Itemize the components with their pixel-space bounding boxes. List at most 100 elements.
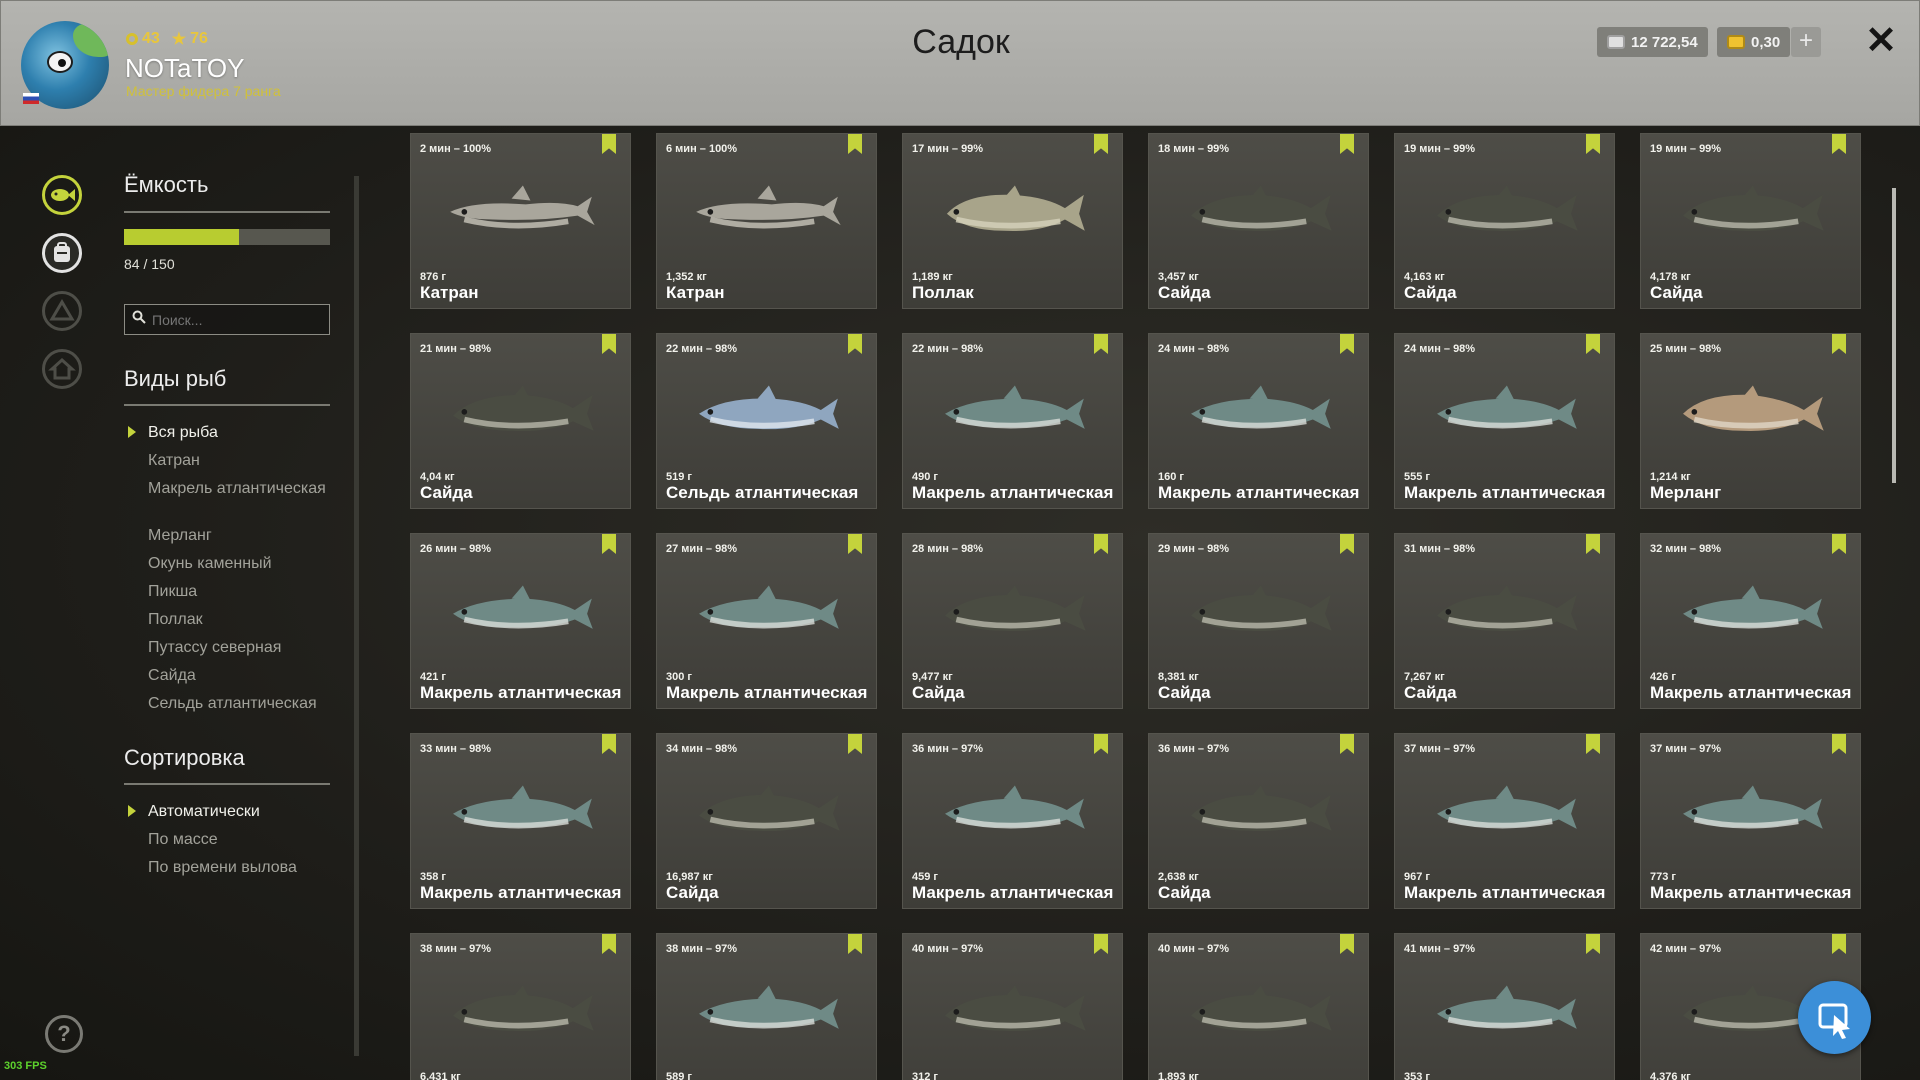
species-filter-saithe[interactable]: Сайда	[148, 666, 328, 685]
fish-image	[699, 785, 840, 832]
help-button[interactable]: ?	[45, 1015, 83, 1053]
search-input[interactable]	[124, 304, 330, 335]
bookmark-icon[interactable]	[1832, 334, 1846, 354]
bookmark-icon[interactable]	[1832, 534, 1846, 554]
species-filter-mackerel[interactable]: Макрель атлантическая	[148, 479, 328, 498]
catch-time: 24 мин – 98%	[1158, 343, 1230, 355]
bookmark-icon[interactable]	[1094, 734, 1108, 754]
fish-image	[1191, 985, 1332, 1032]
fish-card[interactable]: 25 мин – 98% 1,214 кг Мерланг	[1640, 333, 1861, 509]
catch-time: 34 мин – 98%	[666, 743, 738, 755]
bookmark-icon[interactable]	[602, 334, 616, 354]
fish-card[interactable]: 19 мин – 99% 4,163 кг Сайда	[1394, 133, 1615, 309]
add-currency-button[interactable]: +	[1791, 27, 1821, 57]
catch-time: 36 мин – 97%	[912, 743, 984, 755]
fish-card[interactable]: 6 мин – 100% 1,352 кг Катран	[656, 133, 877, 309]
fish-card[interactable]: 21 мин – 98% 4,04 кг Сайда	[410, 333, 631, 509]
fish-card[interactable]: 34 мин – 98% 16,987 кг Сайда	[656, 733, 877, 909]
species-filter-all[interactable]: Вся рыба	[148, 423, 328, 442]
panel-scrollbar[interactable]	[354, 176, 359, 1056]
fish-card[interactable]: 24 мин – 98% 160 г Макрель атлантическая	[1148, 333, 1369, 509]
fish-card[interactable]: 17 мин – 99% 1,189 кг Поллак	[902, 133, 1123, 309]
bookmark-icon[interactable]	[1340, 334, 1354, 354]
bookmark-icon[interactable]	[848, 534, 862, 554]
bookmark-icon[interactable]	[602, 134, 616, 154]
camp-tab[interactable]	[42, 291, 82, 331]
avatar-eye	[47, 51, 73, 73]
sort-by-time[interactable]: По времени вылова	[148, 858, 328, 877]
bookmark-icon[interactable]	[848, 134, 862, 154]
fish-card[interactable]: 22 мин – 98% 490 г Макрель атлантическая	[902, 333, 1123, 509]
bookmark-icon[interactable]	[1586, 734, 1600, 754]
fish-card[interactable]: 38 мин – 97% 589 г	[656, 933, 877, 1080]
species-filter-whiting[interactable]: Мерланг	[148, 526, 328, 545]
bookmark-icon[interactable]	[1832, 134, 1846, 154]
bookmark-icon[interactable]	[602, 734, 616, 754]
bookmark-icon[interactable]	[1094, 934, 1108, 954]
species-filter-pollock[interactable]: Поллак	[148, 610, 328, 629]
bookmark-icon[interactable]	[1586, 134, 1600, 154]
bookmark-icon[interactable]	[1586, 934, 1600, 954]
bookmark-icon[interactable]	[1340, 534, 1354, 554]
bookmark-icon[interactable]	[1832, 734, 1846, 754]
fish-card[interactable]: 29 мин – 98% 8,381 кг Сайда	[1148, 533, 1369, 709]
fish-card[interactable]: 26 мин – 98% 421 г Макрель атлантическая	[410, 533, 631, 709]
fish-weight: 967 г	[1404, 871, 1430, 883]
fish-card[interactable]: 19 мин – 99% 4,178 кг Сайда	[1640, 133, 1861, 309]
species-filter-rock-perch[interactable]: Окунь каменный	[148, 554, 328, 573]
fish-card[interactable]: 18 мин – 99% 3,457 кг Сайда	[1148, 133, 1369, 309]
bookmark-icon[interactable]	[1094, 134, 1108, 154]
catch-time: 28 мин – 98%	[912, 543, 984, 555]
fish-card[interactable]: 41 мин – 97% 353 г	[1394, 933, 1615, 1080]
russia-flag-icon	[23, 93, 39, 104]
sort-auto[interactable]: Автоматически	[148, 802, 328, 821]
catch-time: 40 мин – 97%	[912, 943, 984, 955]
fish-card[interactable]: 28 мин – 98% 9,477 кг Сайда	[902, 533, 1123, 709]
bookmark-icon[interactable]	[1340, 134, 1354, 154]
species-filter-blue-whiting[interactable]: Путассу северная	[148, 638, 328, 657]
fish-card[interactable]: 32 мин – 98% 426 г Макрель атлантическая	[1640, 533, 1861, 709]
bookmark-icon[interactable]	[1094, 534, 1108, 554]
fish-card[interactable]: 22 мин – 98% 519 г Сельдь атлантическая	[656, 333, 877, 509]
fish-card[interactable]: 40 мин – 97% 1,893 кг	[1148, 933, 1369, 1080]
close-button[interactable]: ✕	[1863, 21, 1899, 61]
fish-card[interactable]: 36 мин – 97% 459 г Макрель атлантическая	[902, 733, 1123, 909]
bookmark-icon[interactable]	[1094, 334, 1108, 354]
cursor-mode-button[interactable]	[1798, 981, 1871, 1054]
fish-weight: 1,214 кг	[1650, 471, 1691, 483]
fish-card[interactable]: 24 мин – 98% 555 г Макрель атлантическая	[1394, 333, 1615, 509]
fish-card[interactable]: 36 мин – 97% 2,638 кг Сайда	[1148, 733, 1369, 909]
fish-card[interactable]: 27 мин – 98% 300 г Макрель атлантическая	[656, 533, 877, 709]
bookmark-icon[interactable]	[1586, 534, 1600, 554]
fish-card[interactable]: 37 мин – 97% 773 г Макрель атлантическая	[1640, 733, 1861, 909]
bookmark-icon[interactable]	[848, 934, 862, 954]
fish-card[interactable]: 2 мин – 100% 876 г Катран	[410, 133, 631, 309]
bookmark-icon[interactable]	[602, 934, 616, 954]
fish-card[interactable]: 37 мин – 97% 967 г Макрель атлантическая	[1394, 733, 1615, 909]
bookmark-icon[interactable]	[848, 734, 862, 754]
species-filter-katran[interactable]: Катран	[148, 451, 328, 470]
bookmark-icon[interactable]	[1832, 934, 1846, 954]
fish-weight: 555 г	[1404, 471, 1430, 483]
species-filter-haddock[interactable]: Пикша	[148, 582, 328, 601]
fish-weight: 358 г	[420, 871, 446, 883]
grid-scrollbar[interactable]	[1892, 188, 1896, 483]
fish-keepnet-tab[interactable]	[42, 175, 82, 215]
bookmark-icon[interactable]	[848, 334, 862, 354]
bookmark-icon[interactable]	[1586, 334, 1600, 354]
home-tab[interactable]	[42, 349, 82, 389]
catch-time: 17 мин – 99%	[912, 143, 984, 155]
sort-by-weight[interactable]: По массе	[148, 830, 328, 849]
inventory-tab[interactable]	[42, 233, 82, 273]
bookmark-icon[interactable]	[1340, 734, 1354, 754]
fish-card[interactable]: 31 мин – 98% 7,267 кг Сайда	[1394, 533, 1615, 709]
tent-icon	[45, 294, 79, 328]
fish-weight: 7,267 кг	[1404, 671, 1445, 683]
bookmark-icon[interactable]	[1340, 934, 1354, 954]
bookmark-icon[interactable]	[602, 534, 616, 554]
fish-name: Сайда	[1650, 283, 1703, 302]
fish-card[interactable]: 33 мин – 98% 358 г Макрель атлантическая	[410, 733, 631, 909]
species-filter-herring[interactable]: Сельдь атлантическая	[148, 694, 328, 713]
fish-card[interactable]: 40 мин – 97% 312 г	[902, 933, 1123, 1080]
fish-card[interactable]: 38 мин – 97% 6,431 кг	[410, 933, 631, 1080]
